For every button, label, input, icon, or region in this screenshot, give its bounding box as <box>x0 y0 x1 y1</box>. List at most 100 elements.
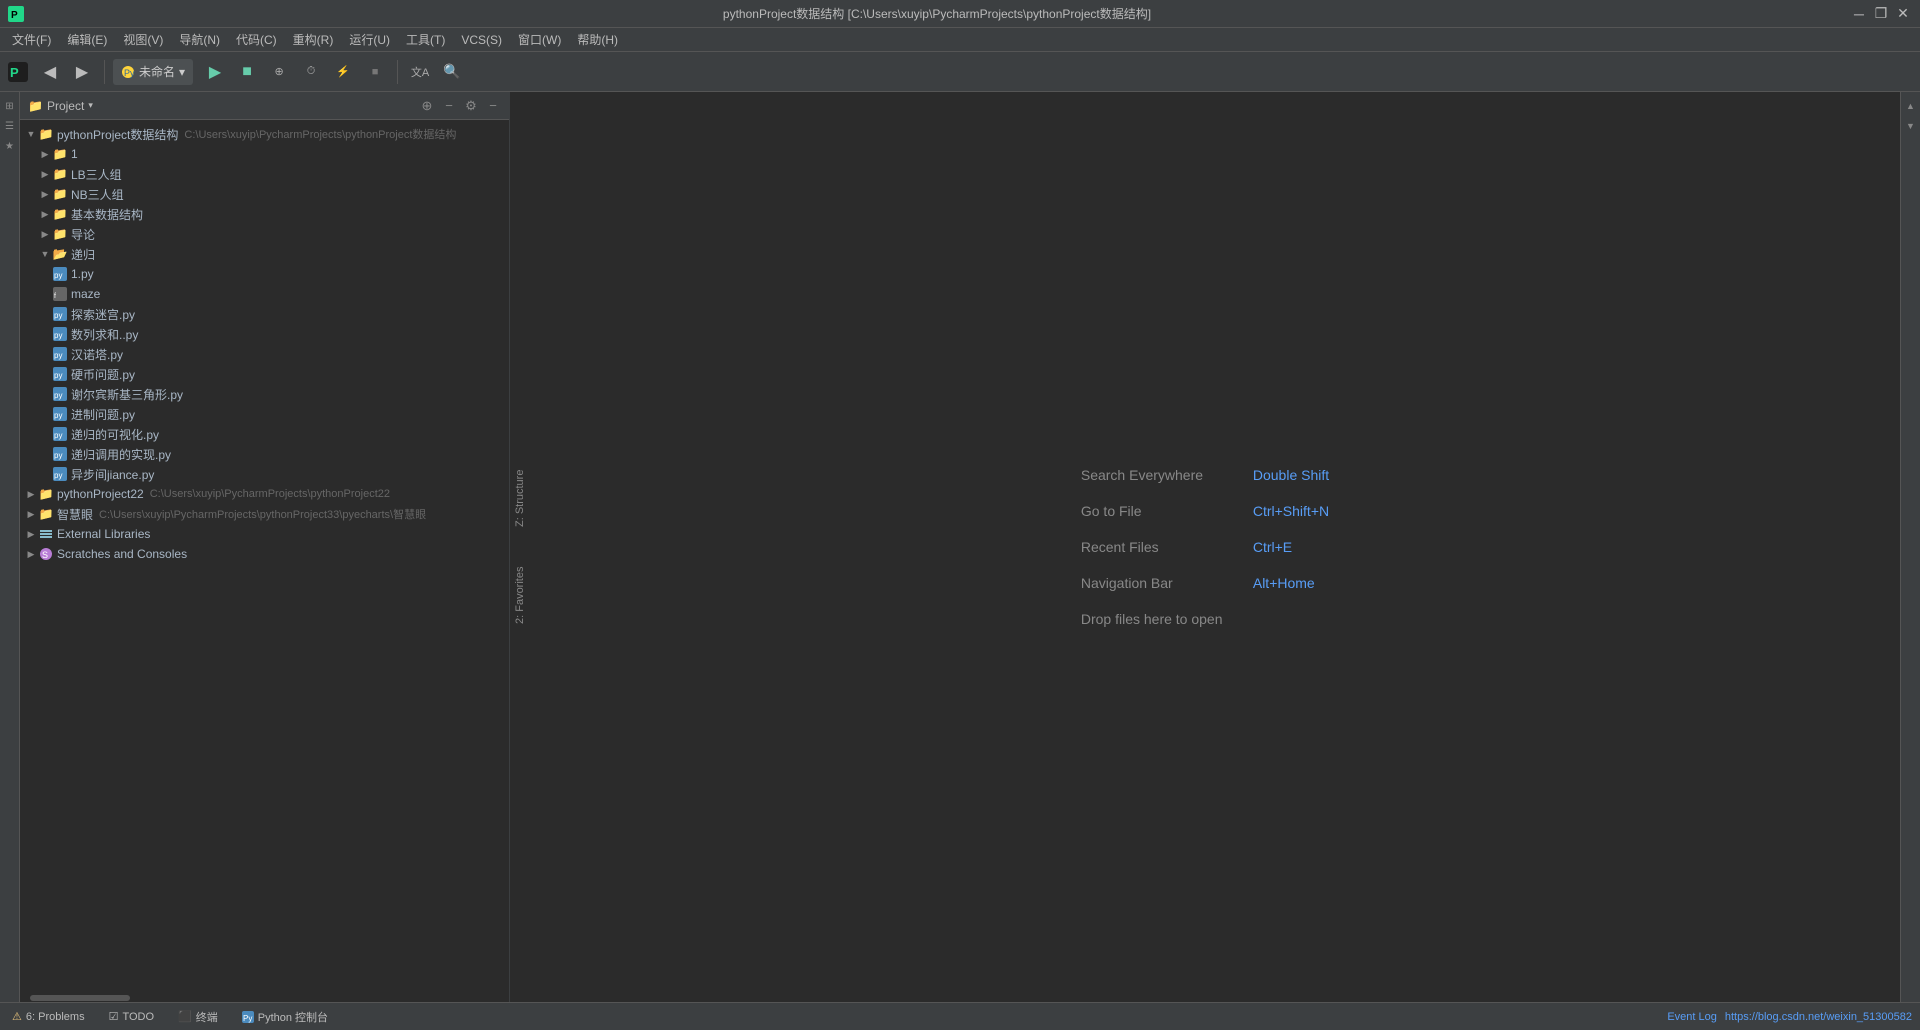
file-hanoi-icon: py <box>52 346 68 362</box>
folder-proj22-path: C:\Users\xuyip\PycharmProjects\pythonPro… <box>150 488 390 500</box>
folder-recurse-icon: 📂 <box>52 246 68 262</box>
menu-tools[interactable]: 工具(T) <box>398 28 453 51</box>
tree-file-explore[interactable]: py 探索迷宫.py <box>20 304 509 324</box>
folder-eye-arrow: ▶ <box>24 507 38 521</box>
warning-icon: ⚠ <box>12 1010 22 1023</box>
problems-tab[interactable]: ⚠ 6: Problems <box>8 1010 89 1023</box>
tree-folder-intro[interactable]: ▶ 📁 导论 <box>20 224 509 244</box>
maximize-button[interactable]: ❐ <box>1872 5 1890 23</box>
menu-code[interactable]: 代码(C) <box>228 28 285 51</box>
tree-scrollbar[interactable] <box>20 994 509 1002</box>
run-config-selector[interactable]: Py 未命名 ▾ <box>113 59 193 85</box>
add-content-root-button[interactable]: ⊕ <box>419 98 435 114</box>
collapse-all-button[interactable]: − <box>441 98 457 114</box>
file-hanoi-label: 汉诺塔.py <box>71 346 123 363</box>
left-strip-icon-1[interactable]: ⊞ <box>2 98 18 114</box>
welcome-content: Search Everywhere Double Shift Go to Fil… <box>1081 467 1329 627</box>
svg-text:py: py <box>54 311 62 320</box>
tree-file-1py[interactable]: py 1.py <box>20 264 509 284</box>
folder-eye-icon: 📁 <box>38 506 54 522</box>
tree-file-hanoi[interactable]: py 汉诺塔.py <box>20 344 509 364</box>
menu-edit[interactable]: 编辑(E) <box>59 28 115 51</box>
python-console-tab[interactable]: Py Python 控制台 <box>238 1009 332 1025</box>
tree-scrollbar-thumb[interactable] <box>30 995 130 1001</box>
file-recimpl-label: 递归调用的实现.py <box>71 446 171 463</box>
tree-file-sierp[interactable]: py 谢尔宾斯基三角形.py <box>20 384 509 404</box>
coverage-button[interactable]: ⊕ <box>265 58 293 86</box>
translate-button[interactable]: 文A <box>406 58 434 86</box>
root-arrow: ▼ <box>24 127 38 141</box>
terminal-tab[interactable]: ⬛ 终端 <box>174 1009 222 1025</box>
project-panel-header: 📁 Project ▾ ⊕ − ⚙ − <box>20 92 509 120</box>
right-strip-icon-2[interactable]: ▼ <box>1903 118 1919 134</box>
project-header-actions: ⊕ − ⚙ − <box>419 98 501 114</box>
tree-file-coin[interactable]: py 硬币问题.py <box>20 364 509 384</box>
tree-file-numsum[interactable]: py 数列求和..py <box>20 324 509 344</box>
file-1py-icon: py <box>52 266 68 282</box>
tree-file-recimpl[interactable]: py 递归调用的实现.py <box>20 444 509 464</box>
tree-folder-proj22[interactable]: ▶ 📁 pythonProject22 C:\Users\xuyip\Pycha… <box>20 484 509 504</box>
navigation-bar-label: Navigation Bar <box>1081 575 1241 591</box>
menu-refactor[interactable]: 重构(R) <box>285 28 342 51</box>
menu-vcs[interactable]: VCS(S) <box>453 28 510 51</box>
search-everywhere-button[interactable]: 🔍 <box>438 58 466 86</box>
run-button[interactable]: ▶ <box>201 58 229 86</box>
left-strip-icon-2[interactable]: ☰ <box>2 118 18 134</box>
todo-tab[interactable]: ☑ TODO <box>105 1010 158 1023</box>
menu-window[interactable]: 窗口(W) <box>510 28 569 51</box>
folder-nb-label: NB三人组 <box>71 186 124 203</box>
tree-folder-basic[interactable]: ▶ 📁 基本数据结构 <box>20 204 509 224</box>
file-sierp-label: 谢尔宾斯基三角形.py <box>71 386 183 403</box>
tree-folder-nb[interactable]: ▶ 📁 NB三人组 <box>20 184 509 204</box>
file-numsum-icon: py <box>52 326 68 342</box>
stop-button[interactable]: ■ <box>361 58 389 86</box>
menu-view[interactable]: 视图(V) <box>115 28 171 51</box>
welcome-row-recent: Recent Files Ctrl+E <box>1081 539 1329 555</box>
tree-folder-lb[interactable]: ▶ 📁 LB三人组 <box>20 164 509 184</box>
title-bar: P pythonProject数据结构 [C:\Users\xuyip\Pych… <box>0 0 1920 28</box>
tree-folder-scratch[interactable]: ▶ S Scratches and Consoles <box>20 544 509 564</box>
run-config-dropdown-icon: ▾ <box>179 65 185 79</box>
file-visual-icon: py <box>52 426 68 442</box>
toolbar-forward-button[interactable]: ▶ <box>68 58 96 86</box>
tree-folder-1[interactable]: ▶ 📁 1 <box>20 144 509 164</box>
profile-button[interactable]: ⏱ <box>297 58 325 86</box>
tree-file-binary[interactable]: py 进制问题.py <box>20 404 509 424</box>
folder-lb-arrow: ▶ <box>38 167 52 181</box>
folder-eye-path: C:\Users\xuyip\PycharmProjects\pythonPro… <box>99 506 426 522</box>
favorites-tab[interactable]: 2: Favorites <box>514 567 526 624</box>
tree-folder-recurse[interactable]: ▼ 📂 递归 <box>20 244 509 264</box>
left-strip-icon-3[interactable]: ★ <box>2 138 18 154</box>
minimize-button[interactable]: ─ <box>1850 5 1868 23</box>
hide-panel-button[interactable]: − <box>485 98 501 114</box>
drop-files-label: Drop files here to open <box>1081 611 1223 627</box>
menu-file[interactable]: 文件(F) <box>4 28 59 51</box>
folder-recurse-arrow: ▼ <box>38 247 52 261</box>
menu-navigate[interactable]: 导航(N) <box>171 28 228 51</box>
tree-root-project[interactable]: ▼ 📁 pythonProject数据结构 C:\Users\xuyip\Pyc… <box>20 124 509 144</box>
tree-folder-eye[interactable]: ▶ 📁 智慧眼 C:\Users\xuyip\PycharmProjects\p… <box>20 504 509 524</box>
tree-file-async[interactable]: py 异步间jiance.py <box>20 464 509 484</box>
structure-tab[interactable]: Z: Structure <box>514 470 526 527</box>
menu-run[interactable]: 运行(U) <box>341 28 398 51</box>
event-log-link[interactable]: Event Log <box>1667 1011 1717 1023</box>
project-title[interactable]: 📁 Project ▾ <box>28 99 93 113</box>
concurrency-button[interactable]: ⚡ <box>329 58 357 86</box>
right-strip-icon-1[interactable]: ▲ <box>1903 98 1919 114</box>
tree-file-maze[interactable]: f maze <box>20 284 509 304</box>
close-button[interactable]: ✕ <box>1894 5 1912 23</box>
menu-help[interactable]: 帮助(H) <box>569 28 626 51</box>
folder-lb-label: LB三人组 <box>71 166 122 183</box>
file-binary-label: 进制问题.py <box>71 406 135 423</box>
tree-file-visual[interactable]: py 递归的可视化.py <box>20 424 509 444</box>
tree-folder-extlib[interactable]: ▶ External Libraries <box>20 524 509 544</box>
status-bar: ⚠ 6: Problems ☑ TODO ⬛ 终端 Py Python 控制台 … <box>0 1002 1920 1030</box>
file-coin-icon: py <box>52 366 68 382</box>
toolbar-back-button[interactable]: ◀ <box>36 58 64 86</box>
csdn-link[interactable]: https://blog.csdn.net/weixin_51300582 <box>1725 1011 1912 1023</box>
status-bar-left: ⚠ 6: Problems ☑ TODO ⬛ 终端 Py Python 控制台 <box>8 1009 332 1025</box>
folder-extlib-arrow: ▶ <box>24 527 38 541</box>
settings-button[interactable]: ⚙ <box>463 98 479 114</box>
folder-scratch-icon: S <box>38 546 54 562</box>
debug-button[interactable]: ■ <box>233 58 261 86</box>
